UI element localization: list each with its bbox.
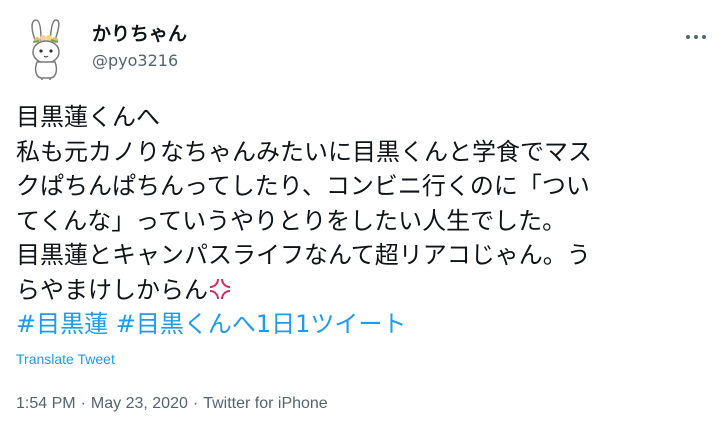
- tweet-line: 目黒蓮とキャンパスライフなんて超リアコじゃん。う: [16, 241, 591, 269]
- tweet-line: 私も元カノりなちゃんみたいに目黒くんと学食でマス: [16, 137, 592, 166]
- separator-dot: ·: [192, 395, 199, 412]
- more-dots-icon[interactable]: [684, 24, 708, 48]
- tweet-text: 目黒蓮くんへ 私も元カノりなちゃんみたいに目黒くんと学食でマス クぱちんぱちんっ…: [16, 100, 706, 342]
- tweet-line: クぱちんぱちんってしたり、コンビニ行くのに「つい: [16, 172, 590, 200]
- author-names: かりちゃん @pyo3216: [92, 20, 187, 72]
- tweet-line: 目黒蓮くんへ: [16, 103, 160, 131]
- hashtags-line: #目黒蓮 #目黒くんへ1日1ツイート: [16, 307, 706, 342]
- tweet-metadata: 1:54 PM · May 23, 2020 · Twitter for iPhone: [16, 395, 328, 413]
- anger-symbol-icon: [208, 276, 232, 300]
- tweet-line: てくんな」っていうやりとりをしたい人生でした。: [16, 206, 567, 235]
- tweet-line-last: らやまけしからん: [16, 273, 706, 308]
- hashtag-link[interactable]: #目黒くんへ1日1ツイート: [116, 310, 407, 338]
- translate-tweet-link[interactable]: Translate Tweet: [16, 351, 115, 367]
- hashtag-link[interactable]: #目黒蓮: [16, 310, 108, 338]
- avatar[interactable]: [20, 18, 70, 80]
- separator-dot: ·: [80, 395, 86, 412]
- tweet-time[interactable]: 1:54 PM: [16, 395, 76, 412]
- tweet-line: らやまけしからん: [16, 275, 208, 304]
- tweet-date[interactable]: May 23, 2020: [91, 395, 188, 412]
- author-display-name[interactable]: かりちゃん: [92, 20, 187, 48]
- author-handle[interactable]: @pyo3216: [92, 50, 187, 72]
- tweet-header: かりちゃん @pyo3216: [20, 18, 710, 88]
- tweet-source[interactable]: Twitter for iPhone: [203, 395, 328, 412]
